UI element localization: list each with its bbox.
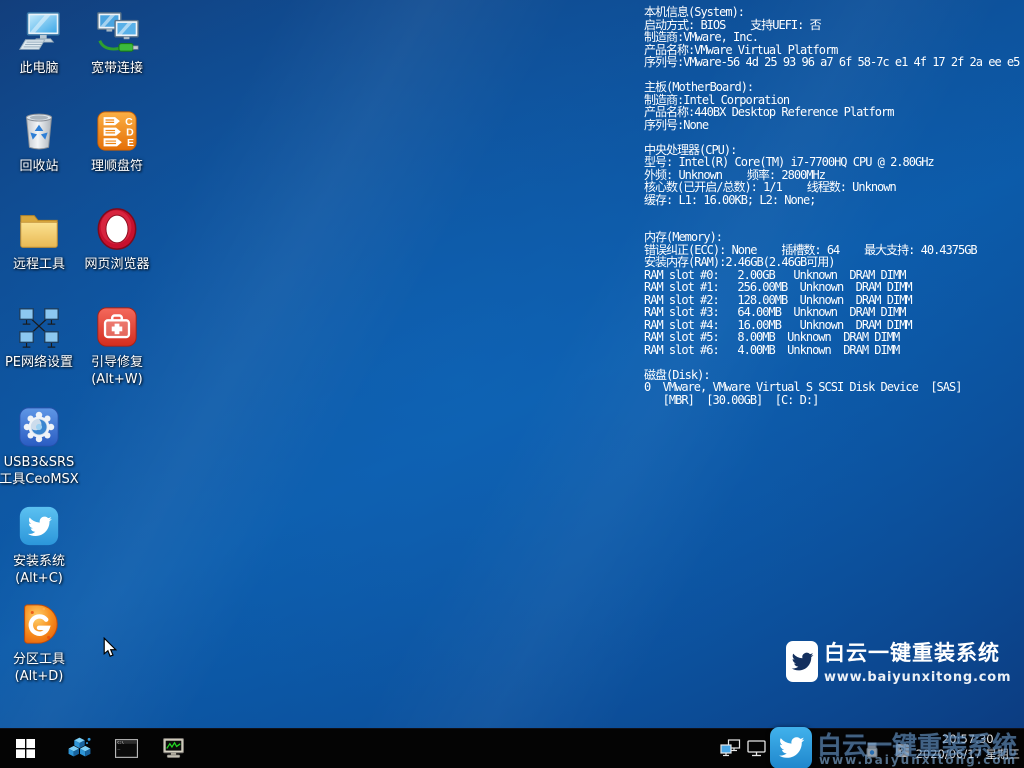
system-info-line: [MBR] [30.00GB] [C: D:] <box>644 394 1019 407</box>
command-prompt-button[interactable]: C:\ _ <box>103 729 150 768</box>
usb-tray-icon[interactable] <box>864 742 880 758</box>
install-bird-icon <box>16 503 62 549</box>
broadband-icon <box>94 10 140 56</box>
desktop-icon-label: PE网络设置 <box>5 354 73 371</box>
computer-icon <box>16 10 62 56</box>
desktop-icon-label: 网页浏览器 <box>84 256 149 273</box>
desktop-icon-web-browser[interactable]: 网页浏览器 <box>78 206 156 273</box>
desktop-icon-label-line: 引导修复 <box>91 354 143 371</box>
desktop-icon-label-line: 工具CeoMSX <box>0 471 79 488</box>
system-info-line: 序列号:None <box>644 119 1019 132</box>
system-info-line: RAM slot #5: 8.00MB Unknown DRAM DIMM <box>644 331 1019 344</box>
desktop-icon-label-line: (Alt+D) <box>13 668 65 685</box>
desktop-icon-label-line: 此电脑 <box>19 60 58 77</box>
boot-repair-icon <box>94 304 140 350</box>
taskmgr-icon <box>161 736 186 761</box>
desktop-icon-this-pc[interactable]: 此电脑 <box>0 10 78 77</box>
system-info-line: RAM slot #6: 4.00MB Unknown DRAM DIMM <box>644 344 1019 357</box>
taskbar-app-buttons: C:\ _ <box>56 729 197 768</box>
cmd-icon: C:\ _ <box>114 736 139 761</box>
desktop-icon-label: 回收站 <box>19 158 58 175</box>
desktop-icon-broadband[interactable]: 宽带连接 <box>78 10 156 77</box>
opera-icon <box>94 206 140 252</box>
svg-text:_: _ <box>117 746 120 751</box>
system-info-line: RAM slot #3: 64.00MB Unknown DRAM DIMM <box>644 306 1019 319</box>
desktop-icon-install-system[interactable]: 安装系统(Alt+C) <box>0 503 78 587</box>
desktop-icon-label-line: 理顺盘符 <box>91 158 143 175</box>
desktop-icon-label: 宽带连接 <box>91 60 143 77</box>
system-info-line <box>644 131 1019 144</box>
clock-time: 20:57:30 <box>916 732 1020 747</box>
system-info-line: 核心数(已开启/总数): 1/1 线程数: Unknown <box>644 181 1019 194</box>
desktop-icon-label: 安装系统(Alt+C) <box>13 553 65 587</box>
folder-icon <box>16 206 62 252</box>
svg-text:C:\: C:\ <box>117 740 123 744</box>
start-button[interactable] <box>2 729 48 768</box>
partition-icon <box>16 601 62 647</box>
desktop-icon-label: 分区工具(Alt+D) <box>13 651 65 685</box>
registry-editor-button[interactable] <box>56 729 103 768</box>
desktop-icon-remote-tools[interactable]: 远程工具 <box>0 206 78 273</box>
desktop-icon-label-line: 安装系统 <box>13 553 65 570</box>
desktop-icon-usb3-srs-tool[interactable]: USB3&SRS工具CeoMSX <box>0 404 78 488</box>
windows-start-icon <box>15 738 36 759</box>
desktop-icon-label-line: USB3&SRS <box>0 454 79 471</box>
desktop-icon-recycle-bin[interactable]: 回收站 <box>0 108 78 175</box>
system-info-line: 0 VMware, VMware Virtual S SCSI Disk Dev… <box>644 381 1019 394</box>
desktop-icon-label-line: 回收站 <box>19 158 58 175</box>
desktop-icon-label: 远程工具 <box>13 256 65 273</box>
svg-text:?: ? <box>899 746 905 756</box>
svg-text:E: E <box>127 137 134 149</box>
bird-logo-icon <box>786 641 818 682</box>
system-info-line <box>644 206 1019 219</box>
drive-letters-icon: CDE <box>94 108 140 154</box>
desktop-icon-label: 理顺盘符 <box>91 158 143 175</box>
system-info-line: 型号: Intel(R) Core(TM) i7-7700HQ CPU @ 2.… <box>644 156 1019 169</box>
watermark-url: www.baiyunxitong.com <box>824 670 1011 685</box>
network-tray-icon[interactable] <box>720 739 741 758</box>
desktop-icon-label-line: 远程工具 <box>13 256 65 273</box>
watermark: 白云一键重装系统 www.baiyunxitong.com <box>786 641 1024 685</box>
desktop-icon-label-line: (Alt+C) <box>13 570 65 587</box>
input-indicator-icon[interactable]: ? <box>895 743 910 758</box>
system-info-line: 产品名称:440BX Desktop Reference Platform <box>644 106 1019 119</box>
taskbar: C:\_ ? 20:57:30 2020/06/17 星期三 白云一键重装系统 … <box>0 728 1024 768</box>
recycle-bin-icon <box>16 108 62 154</box>
watermark-title: 白云一键重装系统 <box>824 641 1000 665</box>
network-icon <box>16 304 62 350</box>
system-info-line <box>644 356 1019 369</box>
desktop-icon-sort-drive-letters[interactable]: CDE 理顺盘符 <box>78 108 156 175</box>
clock-date: 2020/06/17 星期三 <box>916 747 1020 762</box>
desktop-icon-boot-repair[interactable]: 引导修复(Alt+W) <box>78 304 156 388</box>
system-info-line: 序列号:VMware-56 4d 25 93 96 a7 6f 58-7c e1… <box>644 56 1019 69</box>
task-manager-button[interactable] <box>150 729 197 768</box>
desktop-icon-label: USB3&SRS工具CeoMSX <box>0 454 79 488</box>
arrow-cursor-icon <box>102 637 118 659</box>
desktop-icon-partition-tool[interactable]: 分区工具(Alt+D) <box>0 601 78 685</box>
display-tray-icon[interactable] <box>746 739 767 758</box>
system-info-line: 主板(MotherBoard): <box>644 81 1019 94</box>
desktop-icon-label: 引导修复(Alt+W) <box>91 354 143 388</box>
system-info-line: 缓存: L1: 16.00KB; L2: None; <box>644 194 1019 207</box>
pe-desktop: 此电脑回收站远程工具PE网络设置USB3&SRS工具CeoMSX安装系统(Alt… <box>0 0 1024 768</box>
desktop-icon-label-line: 网页浏览器 <box>84 256 149 273</box>
taskbar-clock[interactable]: 20:57:30 2020/06/17 星期三 <box>916 732 1020 761</box>
system-info-line: 本机信息(System): <box>644 6 1019 19</box>
desktop-icon-label: 此电脑 <box>19 60 58 77</box>
desktop-icon-label-line: PE网络设置 <box>5 354 73 371</box>
desktop-icon-label-line: (Alt+W) <box>91 371 143 388</box>
system-info-line: 安装内存(RAM):2.46GB(2.46GB可用) <box>644 256 1019 269</box>
bird-app-icon[interactable] <box>770 727 812 768</box>
desktop-icon-label-line: 宽带连接 <box>91 60 143 77</box>
system-info-line: 制造商:VMware, Inc. <box>644 31 1019 44</box>
registry-icon <box>67 736 92 761</box>
desktop-icon-label-line: 分区工具 <box>13 651 65 668</box>
system-info-line: 内存(Memory): <box>644 231 1019 244</box>
desktop-icon-pe-network-setup[interactable]: PE网络设置 <box>0 304 78 371</box>
usb3-tool-icon <box>16 404 62 450</box>
system-info-panel: 本机信息(System):启动方式: BIOS 支持UEFI: 否制造商:VMw… <box>644 6 1019 406</box>
system-info-line: RAM slot #1: 256.00MB Unknown DRAM DIMM <box>644 281 1019 294</box>
